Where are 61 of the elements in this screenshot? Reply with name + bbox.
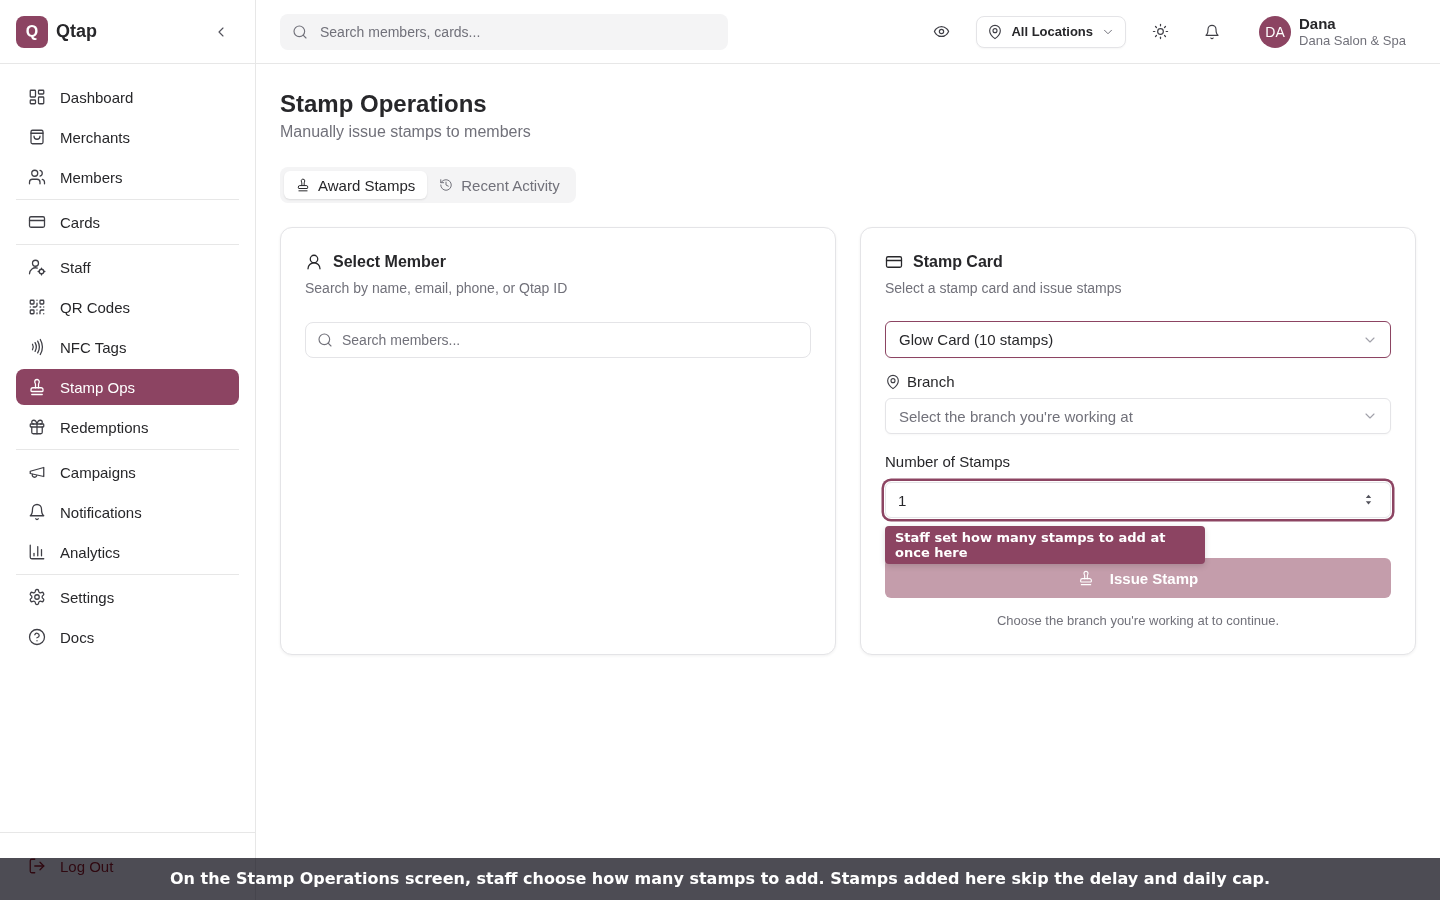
nav-item[interactable]: Staff (16, 249, 239, 285)
page-title: Stamp Operations (280, 89, 488, 119)
tab[interactable]: Recent Activity (427, 171, 572, 199)
user-gear-icon (28, 258, 46, 276)
nav-item[interactable]: Dashboard (16, 79, 239, 115)
panel-title: Select Member (333, 252, 446, 272)
credit-card-icon (885, 253, 903, 271)
field-label: Number of Stamps (885, 452, 1011, 472)
sun-icon (1151, 23, 1169, 40)
tab[interactable]: Award Stamps (284, 171, 428, 199)
search-field[interactable]: Search members, cards... (280, 13, 728, 50)
app-name: Qtap (56, 21, 98, 42)
nav-item[interactable]: Notifications (16, 494, 239, 530)
logo-tile: Q (16, 15, 48, 48)
nav-item[interactable]: Members (16, 159, 239, 195)
search-icon (317, 332, 333, 348)
stamp-icon (28, 378, 46, 396)
nav-item[interactable]: QR Codes (16, 289, 239, 325)
map-pin-icon (885, 374, 901, 390)
location-filter[interactable]: All Locations (976, 15, 1127, 48)
branch-select[interactable]: Select the branch you're working at (885, 398, 1391, 434)
credit-card-icon (28, 213, 46, 231)
qr-code-icon (28, 298, 46, 316)
gift-icon (28, 418, 46, 436)
stamp-card-select[interactable]: Glow Card (10 stamps) (885, 321, 1391, 358)
stamp-count-field[interactable]: 1 (885, 482, 1391, 518)
field-label: Branch (907, 372, 955, 392)
page-subtitle: Manually issue stamps to members (280, 122, 532, 142)
panel-description: Select a stamp card and issue stamps (885, 279, 1123, 298)
bag-icon (28, 128, 46, 146)
tooltip: Staff set how many stamps to add at once here (885, 526, 1205, 564)
user-icon (305, 253, 323, 271)
nav-item[interactable]: Settings (16, 579, 239, 615)
nav-item[interactable]: Campaigns (16, 454, 239, 490)
nav-item[interactable]: Cards (16, 204, 239, 240)
nav-item[interactable]: Stamp Ops (16, 369, 239, 405)
map-pin-icon (987, 23, 1004, 40)
users-icon (28, 168, 46, 186)
nav-item[interactable]: NFC Tags (16, 329, 239, 365)
nav-item[interactable]: Analytics (16, 534, 239, 570)
help-icon (28, 628, 46, 646)
stamp-icon (296, 178, 310, 192)
panel-description: Search by name, email, phone, or Qtap ID (305, 279, 569, 298)
nav-item[interactable]: Redemptions (16, 409, 239, 445)
user-avatar[interactable]: DA (1259, 15, 1292, 48)
member-search-field[interactable]: Search members... (305, 322, 811, 358)
business-name: Dana Salon & Spa (1299, 32, 1406, 49)
history-icon (439, 178, 454, 192)
user-name: Dana (1299, 14, 1337, 33)
settings-icon (28, 588, 46, 606)
nav-item[interactable]: Merchants (16, 119, 239, 155)
grid-icon (28, 88, 46, 106)
eye-icon (932, 23, 950, 40)
bell-icon (1204, 23, 1221, 40)
panel-title: Stamp Card (913, 252, 1003, 272)
bar-chart-icon (28, 543, 46, 561)
search-icon (292, 23, 308, 40)
stamp-icon (1077, 570, 1094, 586)
nav-item[interactable]: Docs (16, 619, 239, 655)
bell-icon (28, 503, 46, 521)
helper-text: Choose the branch you're working at to continue. (995, 612, 1281, 630)
